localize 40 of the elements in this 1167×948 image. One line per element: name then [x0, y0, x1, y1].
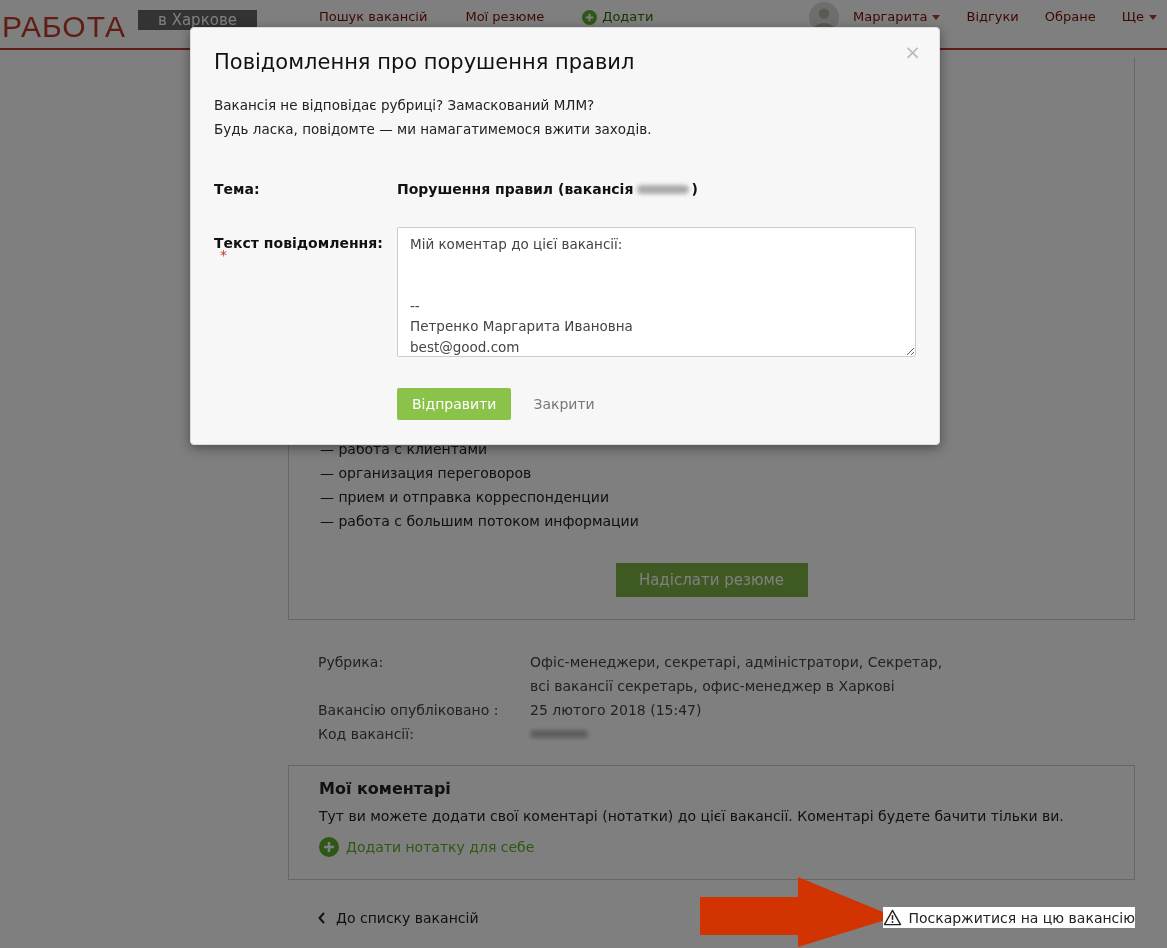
plus-icon — [582, 9, 598, 25]
back-link[interactable]: До списку вакансій — [318, 909, 479, 926]
subject-text: Порушення правил (вакансія — [397, 181, 634, 197]
logo[interactable]: РАБОТА — [2, 10, 127, 44]
detail-value: Офіс-менеджери, секретарі, адміністратори, Секретар, — [530, 653, 943, 672]
detail-value: 25 лютого 2018 (15:47) — [530, 701, 702, 720]
subject-label: Тема: — [214, 181, 261, 197]
detail-label: Вакансію опубліковано : — [318, 701, 500, 720]
nav-link[interactable]: Відгуки — [966, 9, 1019, 25]
required-mark: * — [220, 251, 227, 259]
nav-link[interactable]: Пошук вакансій — [318, 9, 428, 25]
caret-icon — [932, 14, 941, 20]
duty-item: — работа с клиентами — [320, 440, 489, 459]
nav-link[interactable]: Мої резюме — [465, 9, 545, 25]
comments-title: Мої коментарі — [319, 778, 452, 800]
nav-link[interactable]: Обране — [1044, 9, 1096, 25]
nav-link[interactable]: Ще — [1121, 9, 1157, 25]
dialog-title: Повідомлення про порушення правил — [214, 49, 635, 76]
detail-value: всі вакансії секретарь, офис-менеджер в Харкові — [530, 677, 896, 696]
warning-icon — [883, 909, 903, 926]
detail-label: Рубрика: — [318, 653, 385, 672]
duty-item: — прием и отправка корреспонденции — [320, 488, 610, 507]
close-link[interactable]: Закрити — [533, 396, 595, 412]
add-note-link[interactable]: Додати нотатку для себе — [319, 837, 535, 857]
dialog-text: Будь ласка, повідомте — ми намагатимемося вжити заходів. — [214, 120, 653, 139]
dialog-text: Вакансія не відповідає рубриці? Замаскований МЛМ? — [214, 96, 596, 115]
user-menu[interactable]: Маргарита — [853, 9, 941, 25]
comments-text: Тут ви можете додати свої коментарі (нотатки) до цієї вакансії. Коментарі будете бачити тільки ви. — [319, 807, 1065, 826]
plus-icon — [319, 837, 339, 857]
blurred-value — [637, 184, 690, 194]
complain-link[interactable]: Поскаржитися на цю вакансію — [883, 907, 1135, 928]
subject-text: ) — [691, 181, 698, 197]
message-field[interactable]: Мій коментар до цієї вакансії: -- Петренко Маргарита Ивановна best@good.com — [397, 227, 916, 357]
detail-label: Код вакансії: — [318, 725, 415, 744]
duty-item: — работа с большим потоком информации — [320, 512, 640, 531]
add-link[interactable]: Додати — [582, 9, 654, 25]
chevron-left-icon — [318, 911, 326, 924]
message-label: Текст повідомлення: — [214, 235, 384, 251]
duty-item: — организация переговоров — [320, 464, 533, 483]
city-selector[interactable]: в Харкове — [138, 10, 257, 30]
